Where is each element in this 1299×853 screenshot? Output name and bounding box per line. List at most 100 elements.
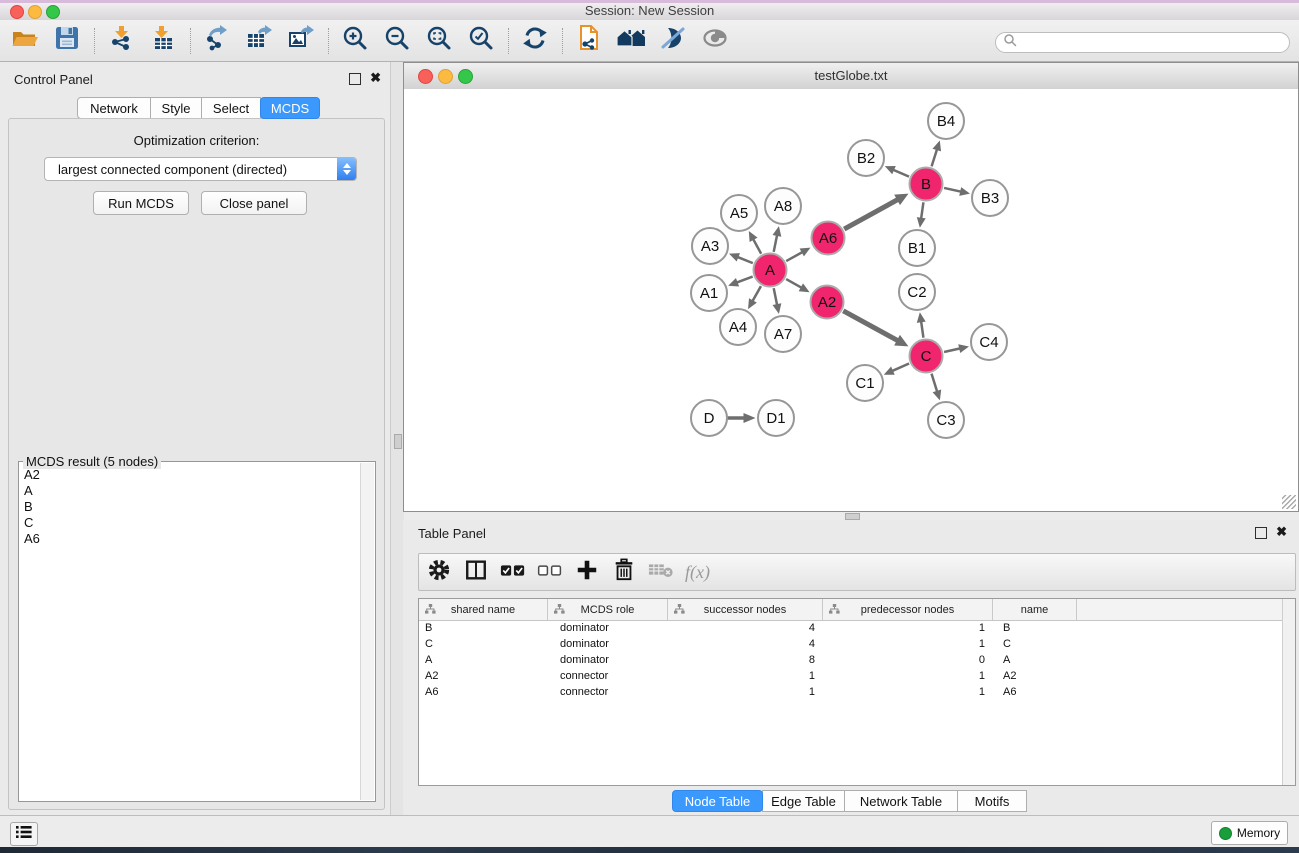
open-session-button[interactable] [8, 25, 42, 57]
select-all-button[interactable] [497, 557, 528, 587]
result-list-item[interactable]: A2 [21, 467, 359, 483]
column-header-shared-name[interactable]: shared name [419, 599, 548, 620]
network-graph[interactable]: B4B2BB3A8A5A6A3B1AA1C2A2A4A7C4CC1C3DD1 [404, 89, 1298, 511]
edge-arrowhead-icon [728, 278, 739, 286]
export-table-icon [246, 25, 272, 56]
result-list-item[interactable]: A [21, 483, 359, 499]
tab-motifs[interactable]: Motifs [957, 790, 1027, 812]
graph-edge-B-B1[interactable] [921, 202, 923, 218]
network-from-file-button[interactable] [572, 25, 606, 57]
float-panel-icon[interactable] [349, 73, 361, 85]
graph-edge-B-B3[interactable] [944, 188, 961, 192]
tab-edge-table[interactable]: Edge Table [762, 790, 845, 812]
node-label-A7: A7 [774, 326, 792, 343]
import-network-button[interactable] [104, 25, 138, 57]
graph-edge-A-A4[interactable] [752, 286, 761, 301]
table-row[interactable]: Adominator80A [419, 652, 1283, 668]
tab-node-table[interactable]: Node Table [672, 790, 763, 812]
table-row[interactable]: Cdominator41C [419, 636, 1283, 652]
tab-network-table[interactable]: Network Table [844, 790, 958, 812]
export-network-button[interactable] [200, 25, 234, 57]
table-row[interactable]: A2connector11A2 [419, 668, 1283, 684]
delete-table-button[interactable] [645, 557, 676, 587]
graph-edge-A-A3[interactable] [737, 257, 752, 263]
checked-boxes-icon [500, 558, 526, 587]
column-tree-icon [425, 604, 436, 617]
graph-edge-C-C2[interactable] [921, 321, 923, 337]
zoom-in-button[interactable] [338, 25, 372, 57]
toolbar-separator [94, 28, 96, 54]
tab-select[interactable]: Select [201, 97, 261, 119]
eye-icon [701, 25, 729, 56]
graph-edge-A-A6[interactable] [786, 252, 802, 261]
search-input[interactable] [1017, 34, 1289, 52]
table-scrollbar[interactable] [1282, 599, 1295, 785]
show-columns-button[interactable] [460, 557, 491, 587]
zoom-out-button[interactable] [380, 25, 414, 57]
export-table-button[interactable] [242, 25, 276, 57]
graph-edge-A-A8[interactable] [774, 235, 777, 252]
graph-edge-A-A7[interactable] [774, 288, 777, 305]
delete-row-button[interactable] [608, 557, 639, 587]
export-image-icon [288, 25, 314, 56]
graph-edge-A-A1[interactable] [737, 277, 753, 283]
show-view-button[interactable] [698, 25, 732, 57]
graph-edge-A6-B[interactable] [844, 199, 898, 229]
resize-grip-icon[interactable] [1282, 495, 1296, 509]
memory-button[interactable]: Memory [1211, 821, 1288, 845]
column-header-predecessor-nodes[interactable]: predecessor nodes [823, 599, 993, 620]
graph-edge-A2-C[interactable] [843, 311, 898, 341]
graph-edge-C-C4[interactable] [944, 348, 960, 352]
cyndex-home-button[interactable] [614, 25, 648, 57]
criterion-dropdown[interactable]: largest connected component (directed) [44, 157, 357, 181]
node-label-B: B [921, 176, 931, 193]
graph-edge-B-B2[interactable] [893, 170, 909, 177]
graph-edge-A-A2[interactable] [786, 279, 802, 288]
hide-selected-button[interactable] [656, 25, 690, 57]
tab-network[interactable]: Network [77, 97, 151, 119]
close-panel-icon[interactable]: ✖ [370, 73, 381, 83]
cell-predecessor-nodes: 1 [823, 622, 993, 634]
column-header-name[interactable]: name [993, 599, 1077, 620]
graph-edge-C-C3[interactable] [932, 374, 938, 392]
optimization-criterion-label: Optimization criterion: [9, 133, 384, 148]
column-header-successor-nodes[interactable]: successor nodes [668, 599, 823, 620]
node-label-A4: A4 [729, 319, 747, 336]
column-tree-icon [674, 604, 685, 617]
result-list-item[interactable]: A6 [21, 531, 359, 547]
task-history-button[interactable] [10, 822, 38, 846]
table-row[interactable]: Bdominator41B [419, 620, 1283, 636]
tab-style[interactable]: Style [150, 97, 202, 119]
network-canvas[interactable]: B4B2BB3A8A5A6A3B1AA1C2A2A4A7C4CC1C3DD1 [404, 89, 1298, 511]
unselect-all-button[interactable] [534, 557, 565, 587]
add-row-button[interactable] [571, 557, 602, 587]
apply-function-button[interactable]: f(x) [682, 557, 713, 587]
close-table-panel-icon[interactable]: ✖ [1276, 527, 1287, 537]
zoom-selected-button[interactable] [464, 25, 498, 57]
table-row[interactable]: A6connector11A6 [419, 684, 1283, 700]
pen-slash-icon [660, 25, 686, 56]
result-list-item[interactable]: B [21, 499, 359, 515]
graph-edge-B-B4[interactable] [932, 149, 937, 166]
graph-edge-C-C1[interactable] [892, 363, 909, 371]
tab-mcds[interactable]: MCDS [260, 97, 320, 119]
float-table-panel-icon[interactable] [1255, 527, 1267, 539]
split-handle[interactable] [394, 434, 402, 449]
result-list-item[interactable]: C [21, 515, 359, 531]
horizontal-split-handle[interactable] [845, 513, 860, 520]
toolbar-separator [190, 28, 192, 54]
close-panel-button[interactable]: Close panel [201, 191, 307, 215]
result-scrollbar[interactable] [360, 463, 374, 800]
graph-edge-A-A5[interactable] [753, 239, 761, 254]
refresh-view-button[interactable] [518, 25, 552, 57]
search-field[interactable] [995, 32, 1290, 53]
export-image-button[interactable] [284, 25, 318, 57]
zoom-fit-button[interactable] [422, 25, 456, 57]
save-session-button[interactable] [50, 25, 84, 57]
table-options-button[interactable] [423, 557, 454, 587]
column-header-MCDS-role[interactable]: MCDS role [548, 599, 668, 620]
memory-label: Memory [1237, 826, 1280, 840]
node-label-C3: C3 [936, 412, 955, 429]
import-table-button[interactable] [146, 25, 180, 57]
run-mcds-button[interactable]: Run MCDS [93, 191, 189, 215]
